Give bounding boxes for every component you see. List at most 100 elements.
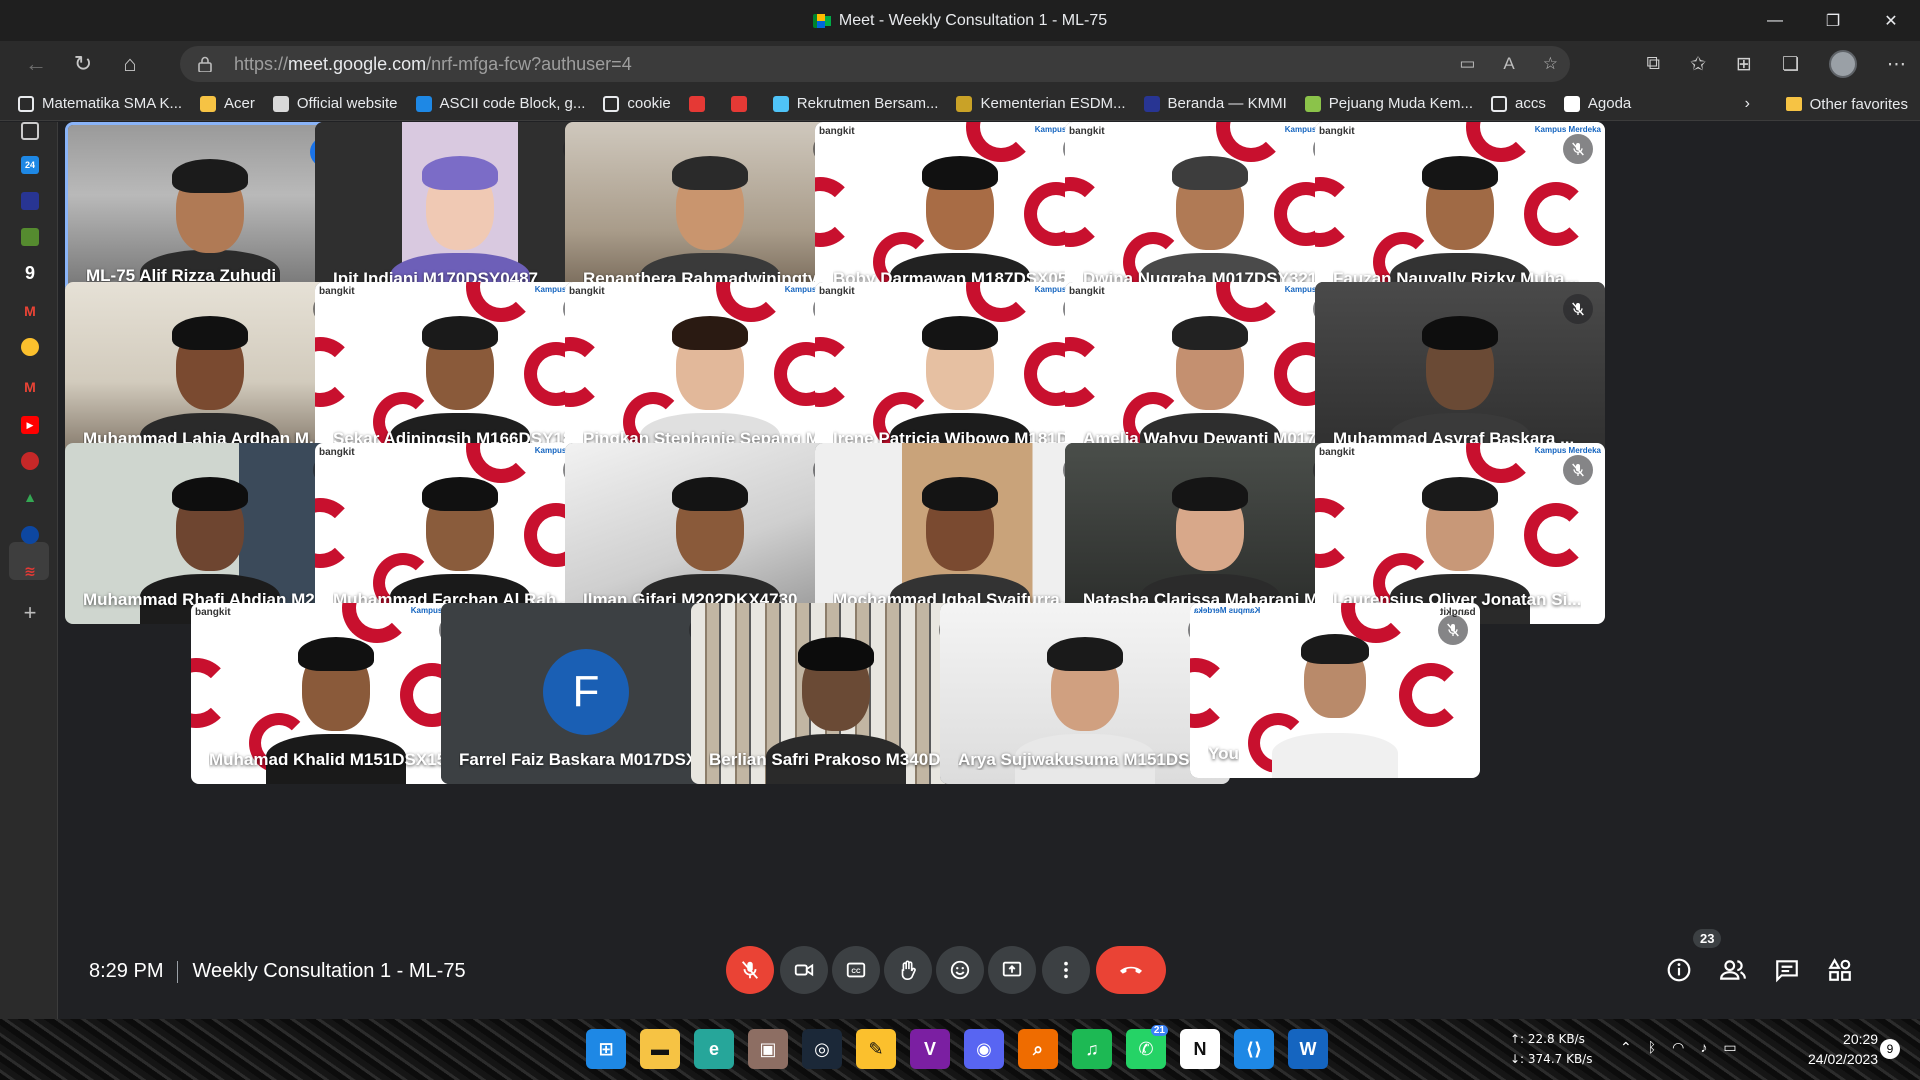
minimize-icon[interactable]: — <box>1746 0 1804 41</box>
participant-tile[interactable]: Arya Sujiwakusuma M151DSX... <box>940 603 1230 784</box>
gmail-icon[interactable]: M <box>21 302 39 320</box>
photos-icon[interactable]: ▣ <box>748 1029 788 1069</box>
participant-tile[interactable]: Muhammad Rhafi Ahdian M2... <box>65 443 355 624</box>
bookmark-item[interactable] <box>688 95 713 112</box>
photo-app-icon[interactable] <box>21 228 39 246</box>
activities-button[interactable] <box>1824 954 1856 986</box>
bookmark-item[interactable]: Official website <box>272 95 398 112</box>
url-text[interactable]: https://meet.google.com/nrf-mfga-fcw?aut… <box>234 54 632 75</box>
battery-icon[interactable]: ▭ <box>1723 1039 1736 1056</box>
raise-hand-button[interactable] <box>884 946 932 994</box>
whatsapp-icon[interactable]: ✆ 21 <box>1126 1025 1168 1069</box>
bookmark-item[interactable]: Rekrutmen Bersam... <box>772 95 938 112</box>
esdm-icon[interactable] <box>21 338 39 356</box>
taskbar-clock[interactable]: 20:29 24/02/2023 <box>1808 1029 1878 1069</box>
reactions-button[interactable] <box>936 946 984 994</box>
bluetooth-icon[interactable]: ᛒ <box>1648 1039 1656 1056</box>
participant-tile[interactable]: Natasha Clarissa Maharani M... <box>1065 443 1355 624</box>
word-icon[interactable]: W <box>1288 1029 1328 1069</box>
camera-toggle-button[interactable] <box>780 946 828 994</box>
self-view-tile[interactable]: bangkit Kampus Merdeka You <box>1190 603 1480 778</box>
edge-browser-icon[interactable]: e <box>694 1029 734 1069</box>
mic-toggle-button[interactable] <box>726 946 774 994</box>
participant-tile[interactable]: Ipit Indiani M170DSY0487 <box>315 122 605 303</box>
youtube-icon[interactable]: ▶ <box>21 416 39 434</box>
participant-tile[interactable]: Berlian Safri Prakoso M340D... <box>691 603 981 784</box>
camera-permission-icon[interactable]: ▭ <box>1459 54 1475 74</box>
participant-tile[interactable]: bangkit Kampus Merdeka Fauzan Nauvally Riz… <box>1315 122 1605 303</box>
extensions-icon[interactable]: ⧉ <box>1647 53 1661 75</box>
tab-actions-icon[interactable] <box>21 122 39 140</box>
more-options-button[interactable] <box>1042 946 1090 994</box>
nine-app-icon[interactable]: 9 <box>21 263 39 283</box>
bookmark-item[interactable]: Beranda — KMMI <box>1143 95 1287 112</box>
restore-icon[interactable]: ❐ <box>1804 0 1862 41</box>
record-icon[interactable] <box>21 452 39 470</box>
steam-icon[interactable]: ◎ <box>802 1029 842 1069</box>
shield-app-icon[interactable] <box>21 526 39 544</box>
windows-start-icon[interactable]: ⊞ <box>586 1029 626 1069</box>
kmmi-icon[interactable] <box>21 192 39 210</box>
bookmark-item[interactable]: ASCII code Block, g... <box>415 95 585 112</box>
participant-tile[interactable]: bangkitKampus MerdekaAmelia Wahyu Dewant… <box>1065 282 1355 463</box>
gmail-2-icon[interactable]: M <box>21 378 39 396</box>
participant-tile[interactable]: ML-75 Alif Rizza Zuhudi <box>65 122 355 303</box>
participant-tile[interactable]: Muhammad Asyraf Baskara ... <box>1315 282 1605 463</box>
file-explorer-icon[interactable]: ▬ <box>640 1029 680 1069</box>
sticky-notes-icon[interactable]: ✎ <box>856 1029 896 1069</box>
google-drive-icon[interactable]: ▲ <box>21 488 39 506</box>
close-icon[interactable]: ✕ <box>1862 0 1920 41</box>
back-icon[interactable]: ← <box>14 46 58 82</box>
other-favorites[interactable]: Other favorites <box>1785 87 1908 121</box>
participant-tile[interactable]: bangkitKampus MerdekaPingkan Stephanie S… <box>565 282 855 463</box>
notion-icon[interactable]: N <box>1180 1029 1220 1069</box>
participant-tile[interactable]: bangkitKampus MerdekaIrene Patricia Wibo… <box>815 282 1105 463</box>
people-button[interactable] <box>1717 954 1749 986</box>
bookmark-item[interactable]: Acer <box>200 95 255 112</box>
add-favorite-icon[interactable]: ☆ <box>1543 54 1558 74</box>
vectornator-icon[interactable]: V <box>910 1029 950 1069</box>
participant-tile[interactable]: bangkitKampus MerdekaDwina Nugraha M017D… <box>1065 122 1355 303</box>
bookmark-item[interactable]: cookie <box>603 95 671 112</box>
lock-icon[interactable] <box>198 56 212 73</box>
profile-avatar[interactable] <box>1829 50 1857 78</box>
present-button[interactable] <box>988 946 1036 994</box>
participant-tile[interactable]: bangkitKampus MerdekaMuhamad Khalid M151… <box>191 603 481 784</box>
wifi-icon[interactable]: ◠ <box>1672 1039 1684 1056</box>
participant-tile[interactable]: bangkit Kampus Merdeka Laurensius Oliver J… <box>1315 443 1605 624</box>
bookmarks-overflow-icon[interactable]: › <box>1745 95 1750 113</box>
volume-icon[interactable]: ♪ <box>1700 1039 1707 1056</box>
address-bar[interactable]: https://meet.google.com/nrf-mfga-fcw?aut… <box>180 46 1570 82</box>
favorites-icon[interactable]: ✩ <box>1690 53 1706 76</box>
bookmark-item[interactable] <box>730 95 755 112</box>
participant-tile[interactable]: bangkitKampus MerdekaSekar Adiningsih M1… <box>315 282 605 463</box>
participant-tile[interactable]: bangkitKampus MerdekaBoby Darmawan M187D… <box>815 122 1105 303</box>
meeting-details-button[interactable] <box>1663 954 1695 986</box>
participant-tile[interactable]: Mochammad Iqbal Syaifurra... <box>815 443 1105 624</box>
participant-tile[interactable]: Renanthera Rahmadwiningty... <box>565 122 855 303</box>
collections-icon[interactable]: ⊞ <box>1736 53 1752 76</box>
vscode-icon[interactable]: ⟨⟩ <box>1234 1029 1274 1069</box>
add-sidebar-app-icon[interactable]: + <box>21 600 39 625</box>
participant-tile[interactable]: F Farrel Faiz Baskara M017DSX... <box>441 603 731 784</box>
chat-button[interactable] <box>1771 954 1803 986</box>
participant-tile[interactable]: bangkitKampus MerdekaMuhammad Farchan Al… <box>315 443 605 624</box>
read-aloud-icon[interactable]: A <box>1503 54 1514 74</box>
captions-button[interactable]: CC <box>832 946 880 994</box>
bookmark-item[interactable]: Pejuang Muda Kem... <box>1304 95 1473 112</box>
calendar-icon[interactable]: 24 <box>21 156 39 174</box>
browser-essentials-icon[interactable]: ❏ <box>1782 53 1799 76</box>
notification-badge[interactable]: 9 <box>1880 1039 1900 1059</box>
tray-chevron-icon[interactable]: ⌃ <box>1620 1039 1632 1056</box>
end-call-button[interactable] <box>1096 946 1166 994</box>
discord-icon[interactable]: ◉ <box>964 1029 1004 1069</box>
participant-tile[interactable]: Muhammad Lahia Ardhan M... <box>65 282 355 463</box>
search-app-icon[interactable]: ⌕ <box>1018 1029 1058 1069</box>
home-icon[interactable]: ⌂ <box>108 46 152 82</box>
refresh-icon[interactable]: ↻ <box>61 46 105 82</box>
bookmark-item[interactable]: Agoda <box>1563 95 1631 112</box>
bookmark-item[interactable]: accs <box>1491 95 1546 112</box>
bookmark-item[interactable]: Matematika SMA K... <box>18 95 182 112</box>
spotify-icon[interactable]: ♫ <box>1072 1029 1112 1069</box>
stack-app-icon[interactable]: ≋ <box>21 562 39 580</box>
